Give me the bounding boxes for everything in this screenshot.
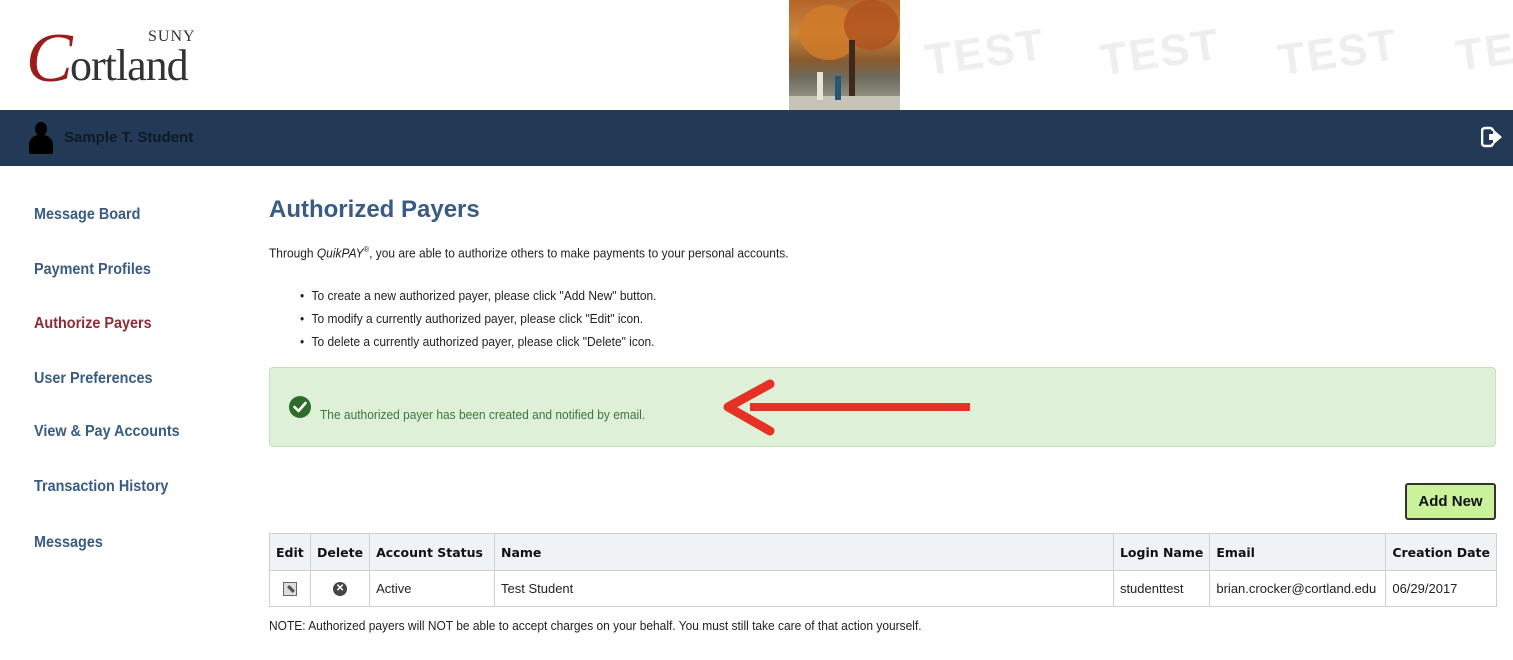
table-row: ✕ Active Test Student studenttest brian.… — [269, 570, 1497, 607]
sidebar-item-message-board[interactable]: Message Board — [34, 206, 140, 224]
edit-cell — [269, 570, 311, 607]
sidebar-item-authorize-payers[interactable]: Authorize Payers — [34, 315, 152, 333]
edit-icon[interactable] — [282, 582, 297, 597]
column-header-login-name[interactable]: Login Name — [1112, 533, 1211, 571]
test-watermark: TEST — [922, 19, 1049, 86]
column-header-email[interactable]: Email — [1209, 533, 1387, 571]
list-item: To modify a currently authorized payer, … — [300, 307, 656, 330]
column-header-name[interactable]: Name — [494, 533, 1114, 571]
column-header-edit: Edit — [269, 533, 311, 571]
email-cell: brian.crocker@cortland.edu — [1209, 570, 1387, 607]
column-header-creation-date[interactable]: Creation Date — [1385, 533, 1497, 571]
column-header-delete: Delete — [309, 533, 371, 571]
logo-c: C — [26, 20, 73, 97]
test-watermark: TE — [1452, 24, 1513, 81]
alert-message: The authorized payer has been created an… — [320, 407, 646, 422]
intro-text: Through QuikPAY®, you are able to author… — [269, 245, 789, 261]
logo-ortland: ortland — [70, 41, 189, 90]
add-new-button[interactable]: Add New — [1405, 483, 1496, 520]
account-status-cell: Active — [369, 570, 495, 607]
instructions-list: To create a new authorized payer, please… — [300, 284, 687, 353]
sidebar-item-payment-profiles[interactable]: Payment Profiles — [34, 261, 151, 279]
suny-cortland-logo[interactable]: C ortland SUNY — [26, 20, 226, 97]
delete-icon[interactable]: ✕ — [333, 582, 348, 597]
authorized-payers-table: Edit Delete Account Status Name Login Na… — [269, 533, 1497, 607]
name-cell: Test Student — [494, 570, 1114, 607]
top-navbar: Sample T. Student — [0, 110, 1513, 166]
campus-photo — [789, 0, 900, 110]
sidebar-item-view-pay-accounts[interactable]: View & Pay Accounts — [34, 423, 180, 441]
check-circle-icon — [289, 396, 311, 418]
test-watermark: TEST — [1275, 19, 1402, 86]
note-text: NOTE: Authorized payers will NOT be able… — [269, 618, 922, 633]
user-icon — [28, 122, 54, 154]
login-name-cell: studenttest — [1112, 570, 1211, 607]
table-header-row: Edit Delete Account Status Name Login Na… — [269, 533, 1497, 571]
logo-suny: SUNY — [148, 28, 196, 45]
sidebar-item-user-preferences[interactable]: User Preferences — [34, 370, 152, 388]
test-watermark: TEST — [1097, 19, 1224, 86]
creation-date-cell: 06/29/2017 — [1385, 570, 1497, 607]
list-item: To delete a currently authorized payer, … — [300, 330, 656, 353]
annotation-arrow-icon — [723, 379, 970, 436]
quikpay-brand: QuikPAY — [316, 245, 364, 261]
site-header: C ortland SUNY TEST TEST TEST TE — [0, 0, 1513, 110]
list-item: To create a new authorized payer, please… — [300, 284, 657, 307]
delete-cell: ✕ — [309, 570, 371, 607]
page-title: Authorized Payers — [269, 196, 480, 223]
sidebar-item-transaction-history[interactable]: Transaction History — [34, 478, 168, 496]
sign-out-icon[interactable] — [1481, 126, 1503, 148]
sidebar-item-messages[interactable]: Messages — [34, 534, 103, 552]
column-header-account-status[interactable]: Account Status — [369, 533, 495, 571]
user-name[interactable]: Sample T. Student — [64, 129, 193, 146]
